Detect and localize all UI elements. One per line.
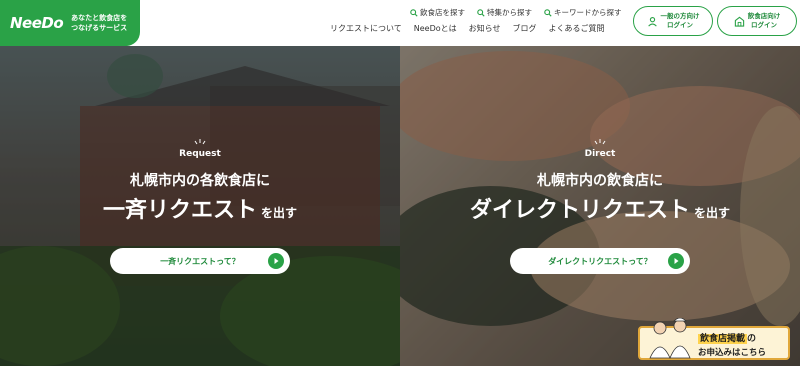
user-icon: [647, 16, 657, 26]
search-icon: [410, 8, 418, 17]
util-label: 特集から探す: [487, 8, 532, 17]
sparkle-icon: [194, 139, 206, 145]
tagline-line1: あなたと飲食店を: [71, 14, 128, 22]
general-login-line2: ログイン: [667, 21, 693, 29]
staff-illustration: [649, 318, 691, 359]
shop-login-line2: ログイン: [751, 21, 777, 29]
arrow-right-icon: [268, 253, 284, 269]
general-login-line1: 一般の方向け: [660, 12, 700, 20]
util-search-shops[interactable]: 飲食店を探す: [410, 7, 465, 18]
shop-login-line1: 飲食店向け: [747, 12, 781, 20]
direct-cta-label: ダイレクトリクエストって？: [548, 256, 652, 266]
direct-panel: Direct 札幌市内の飲食店に ダイレクトリクエスト を出す ダイレクトリクエス…: [400, 46, 800, 366]
logo-tagline: あなたと飲食店を つなげるサービス: [71, 13, 127, 33]
direct-heading-main: ダイレクトリクエスト: [469, 198, 690, 223]
main-nav: リクエストについて NeeDoとは お知らせ ブログ よくあるご質問: [330, 23, 605, 34]
request-heading-suffix: を出す: [261, 206, 298, 220]
sparkle-icon: [594, 139, 606, 145]
nav-news[interactable]: お知らせ: [469, 23, 501, 34]
nav-about-request[interactable]: リクエストについて: [330, 23, 402, 34]
search-icon: [477, 8, 485, 17]
request-heading-main: 一斉リクエスト: [102, 198, 257, 223]
request-panel: Request 札幌市内の各飲食店に 一斉リクエスト を出す 一斉リクエストって？: [0, 46, 400, 366]
util-label: キーワードから探す: [554, 8, 622, 17]
search-icon: [544, 8, 552, 17]
direct-heading: ダイレクトリクエスト を出す: [400, 192, 800, 224]
request-heading: 一斉リクエスト を出す: [0, 192, 400, 224]
shop-login-label: 飲食店向け ログイン: [748, 12, 781, 30]
general-login-button[interactable]: 一般の方向け ログイン: [633, 6, 713, 36]
banner-line1-suffix: の: [747, 334, 757, 344]
request-label: Request: [179, 149, 221, 159]
banner-line2: お申込みはこちら: [698, 348, 767, 358]
request-subheading: 札幌市内の各飲食店に: [130, 173, 270, 189]
util-search-features[interactable]: 特集から探す: [477, 7, 532, 18]
arrow-right-icon: [668, 253, 684, 269]
direct-cta-button[interactable]: ダイレクトリクエストって？: [510, 248, 690, 274]
direct-heading-suffix: を出す: [694, 206, 731, 220]
banner-highlight: 飲食店掲載: [698, 334, 748, 344]
nav-blog[interactable]: ブログ: [513, 23, 537, 34]
shop-icon: [734, 16, 744, 27]
site-header: NeeDo あなたと飲食店を つなげるサービス 飲食店を探す 特集から探す キー…: [0, 0, 800, 46]
general-login-label: 一般の方向け ログイン: [661, 12, 700, 30]
banner-line1: 飲食店掲載の: [698, 331, 756, 344]
logo-link[interactable]: NeeDo あなたと飲食店を つなげるサービス: [0, 0, 140, 46]
nav-faq[interactable]: よくあるご質問: [549, 23, 605, 34]
logo: NeeDo: [10, 14, 64, 32]
tagline-line2: つなげるサービス: [71, 24, 128, 32]
util-label: 飲食店を探す: [420, 8, 465, 17]
request-cta-button[interactable]: 一斉リクエストって？: [110, 248, 290, 274]
nav-about-needo[interactable]: NeeDoとは: [414, 23, 457, 34]
shop-listing-banner[interactable]: 飲食店掲載の お申込みはこちら: [638, 318, 790, 360]
direct-label: Direct: [584, 149, 616, 159]
utility-nav: 飲食店を探す 特集から探す キーワードから探す: [410, 7, 622, 18]
request-cta-label: 一斉リクエストって？: [160, 256, 240, 266]
direct-subheading: 札幌市内の飲食店に: [537, 173, 663, 189]
util-search-keyword[interactable]: キーワードから探す: [544, 7, 622, 18]
shop-login-button[interactable]: 飲食店向け ログイン: [717, 6, 797, 36]
